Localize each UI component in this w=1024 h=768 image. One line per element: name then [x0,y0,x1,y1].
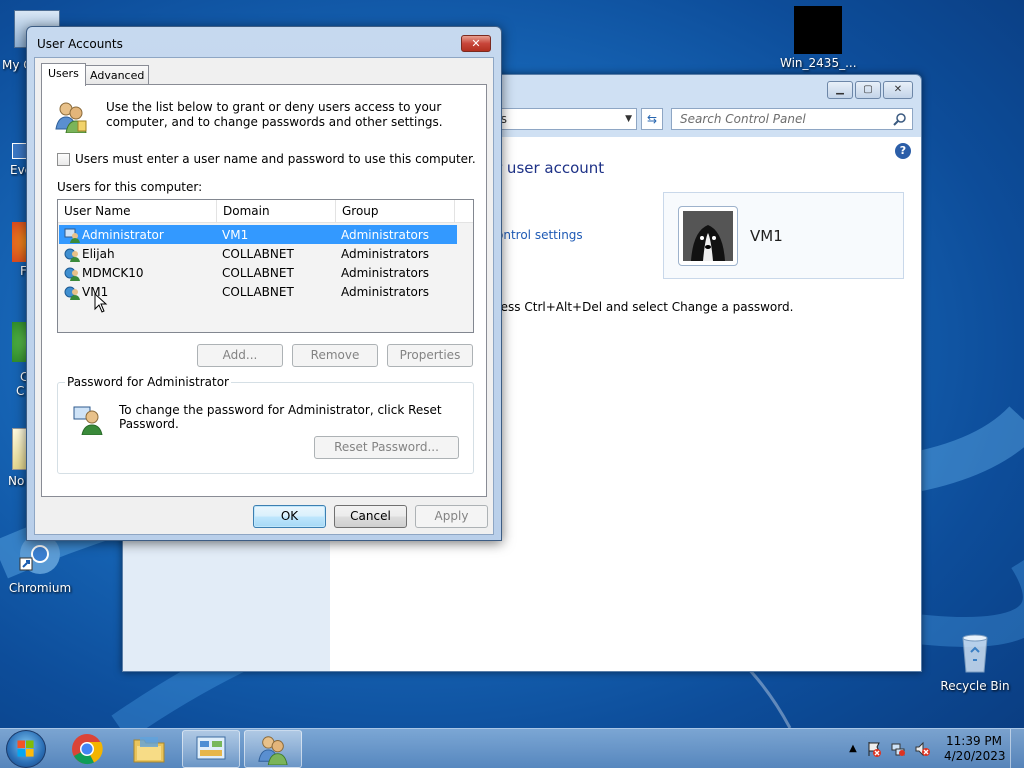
list-header: User Name Domain Group [58,200,473,223]
action-center-icon[interactable] [866,741,882,757]
control-panel-icon [196,736,226,760]
table-row[interactable]: Elijah COLLABNET Administrators [59,244,457,263]
folder-icon [133,737,165,763]
page-title: r user account [496,159,605,177]
mouse-cursor-icon [94,293,108,313]
dog-picture-icon [683,211,733,261]
reset-password-button[interactable]: Reset Password... [314,436,459,459]
row-group: Administrators [341,265,430,280]
help-icon[interactable]: ? [895,143,911,159]
close-button[interactable]: ✕ [883,81,913,99]
desktop-icon-label: Chromium [8,581,72,595]
users-icon [55,102,87,133]
start-button[interactable] [6,730,46,768]
taskbar-control-panel[interactable] [182,730,240,768]
windows-logo-icon [17,740,34,757]
password-note: ress Ctrl+Alt+Del and select Change a pa… [496,300,794,314]
close-button[interactable]: ✕ [461,35,491,52]
row-domain: COLLABNET [222,265,294,280]
password-group-label: Password for Administrator [65,375,231,389]
users-list[interactable]: User Name Domain Group Administrator VM1… [57,199,474,333]
column-header-group[interactable]: Group [336,200,455,222]
cancel-button[interactable]: Cancel [334,505,407,528]
password-group: Password for Administrator To change the… [57,375,474,474]
search-icon[interactable] [893,112,907,126]
volume-muted-icon[interactable] [914,741,930,757]
window-controls: ▁ ▢ ✕ [827,81,913,99]
tab-users[interactable]: Users [41,63,86,86]
tab-label: Users [48,67,79,80]
taskbar-user-accounts[interactable] [244,730,302,768]
add-user-button[interactable]: Add... [197,344,283,367]
desktop-icon-chromium[interactable]: Chromium [2,532,78,595]
user-password-icon [73,406,103,435]
system-clock[interactable]: 11:39 PM 4/20/2023 [944,734,1006,764]
require-password-option[interactable]: Users must enter a user name and passwor… [57,152,476,166]
refresh-icon[interactable]: ⇆ [641,108,663,130]
ok-button[interactable]: OK [253,505,326,528]
table-row[interactable]: MDMCK10 COLLABNET Administrators [59,263,457,282]
dialog-title: User Accounts [37,37,123,51]
apply-button[interactable]: Apply [415,505,488,528]
row-user-name: MDMCK10 [82,265,144,280]
recycle-bin-icon [962,634,988,673]
clock-time: 11:39 PM [946,734,1002,748]
require-password-checkbox[interactable] [57,152,70,166]
desktop-icon-label: No [8,474,25,488]
users-list-label: Users for this computer: [57,180,203,194]
taskbar: ▲ 11:39 PM 4/20/2023 [0,728,1024,768]
users-tab-panel: Use the list below to grant or deny user… [41,84,487,497]
row-domain: VM1 [222,227,249,242]
row-user-name: Administrator [82,227,164,242]
clock-date: 4/20/2023 [944,749,1006,763]
admin-user-icon [64,228,80,243]
address-bar[interactable]: ts ▼ [493,108,637,130]
show-desktop-button[interactable] [1010,729,1024,768]
desktop-icon-label: Win_2435_... [780,56,857,70]
search-input[interactable]: Search Control Panel [671,108,913,130]
row-group: Administrators [341,227,430,242]
taskbar-explorer[interactable] [120,730,178,768]
domain-user-icon [64,267,80,281]
chevron-up-icon[interactable]: ▲ [845,741,861,757]
row-domain: COLLABNET [222,246,294,261]
maximize-button[interactable]: ▢ [855,81,881,99]
uac-settings-link[interactable]: ontrol settings [496,228,583,242]
properties-button[interactable]: Properties [387,344,473,367]
desktop-icon-label: C [16,384,25,398]
users-icon [258,736,288,765]
chevron-down-icon[interactable]: ▼ [625,109,632,129]
desktop-icon-label: Recycle Bin [940,679,1010,693]
row-user-name: Elijah [82,246,115,261]
chrome-icon [72,734,103,765]
domain-user-icon [64,248,80,262]
search-placeholder: Search Control Panel [680,112,806,126]
row-group: Administrators [341,284,430,299]
row-domain: COLLABNET [222,284,294,299]
table-row[interactable]: Administrator VM1 Administrators [59,225,457,244]
network-icon[interactable] [890,741,906,757]
user-accounts-dialog: User Accounts ✕ Users Advanced Use the l… [26,26,502,541]
desktop-icon-recycle-bin[interactable]: Recycle Bin [937,630,1013,693]
desktop-icon-win-vm[interactable]: Win_2435_... [780,6,857,70]
minimize-button[interactable]: ▁ [827,81,853,99]
vm-icon [794,6,842,54]
column-header-user-name[interactable]: User Name [58,200,217,222]
column-header-domain[interactable]: Domain [217,200,336,222]
checkbox-label: Users must enter a user name and passwor… [75,152,476,166]
intro-text: Use the list below to grant or deny user… [106,100,443,129]
taskbar-chrome[interactable] [58,730,116,768]
user-name: VM1 [750,227,783,245]
tab-label: Advanced [90,69,145,82]
tab-advanced[interactable]: Advanced [85,65,150,85]
password-instructions: To change the password for Administrator… [119,403,442,431]
remove-user-button[interactable]: Remove [292,344,378,367]
row-group: Administrators [341,246,430,261]
table-row[interactable]: VM1 COLLABNET Administrators [59,282,457,301]
user-card: VM1 [663,192,904,279]
domain-user-icon [64,286,80,300]
avatar[interactable] [678,206,738,266]
